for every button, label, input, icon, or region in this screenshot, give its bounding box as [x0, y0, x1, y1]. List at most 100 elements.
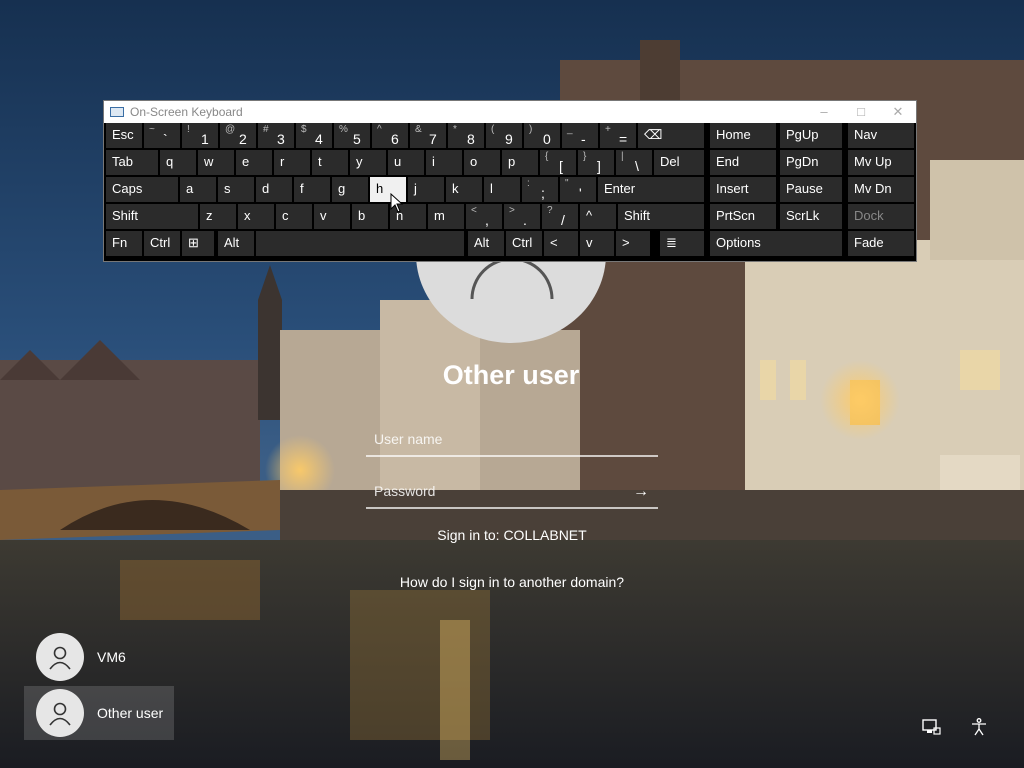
key-menu[interactable]: ≣ [660, 231, 704, 256]
key-pause[interactable]: Pause [780, 177, 842, 202]
key-i[interactable]: i [426, 150, 462, 175]
key-6[interactable]: ^ 6 [372, 123, 408, 148]
key-lctrl[interactable]: Ctrl [144, 231, 180, 256]
key-h[interactable]: h [370, 177, 406, 202]
user-list-item-other-user[interactable]: Other user [24, 686, 174, 740]
password-input[interactable] [366, 475, 658, 507]
key-label: Insert [716, 181, 749, 196]
key-rctrl[interactable]: Ctrl [506, 231, 542, 256]
minimize-button[interactable]: – [806, 101, 842, 123]
key-o[interactable]: o [464, 150, 500, 175]
key-comma[interactable]: <, [466, 204, 502, 229]
key-f[interactable]: f [294, 177, 330, 202]
key-backslash[interactable]: | \ [616, 150, 652, 175]
user-list-item-vm6[interactable]: VM6 [24, 630, 174, 684]
key-7[interactable]: & 7 [410, 123, 446, 148]
key-9[interactable]: (9 [486, 123, 522, 148]
key-rshift[interactable]: Shift [618, 204, 704, 229]
key-0[interactable]: ) 0 [524, 123, 560, 148]
key-e[interactable]: e [236, 150, 272, 175]
maximize-button[interactable]: □ [843, 101, 879, 123]
key-p[interactable]: p [502, 150, 538, 175]
key-a[interactable]: a [180, 177, 216, 202]
key-del[interactable]: Del [654, 150, 704, 175]
key-lalt[interactable]: Alt [218, 231, 254, 256]
key-j[interactable]: j [408, 177, 444, 202]
key-4[interactable]: $4 [296, 123, 332, 148]
person-icon [36, 689, 84, 737]
key-g[interactable]: g [332, 177, 368, 202]
key-left[interactable]: < [544, 231, 578, 256]
key-slash[interactable]: ? / [542, 204, 578, 229]
key-w[interactable]: w [198, 150, 234, 175]
key-semicolon[interactable]: :; [522, 177, 558, 202]
key-minus[interactable]: _ - [562, 123, 598, 148]
key-z[interactable]: z [200, 204, 236, 229]
key-8[interactable]: * 8 [448, 123, 484, 148]
key-options[interactable]: Options [710, 231, 842, 256]
on-screen-keyboard-window: On-Screen Keyboard – □ ✕ Esc ~ `! 1 @2 #3 $4% 5… [104, 101, 916, 261]
key-caps[interactable]: Caps [106, 177, 178, 202]
key-pgup[interactable]: PgUp [780, 123, 842, 148]
key-equals[interactable]: + = [600, 123, 636, 148]
key-v[interactable]: v [314, 204, 350, 229]
submit-arrow-icon[interactable]: → [630, 481, 652, 503]
key-label: ] [597, 158, 601, 174]
key-fn[interactable]: Fn [106, 231, 142, 256]
key-win[interactable]: ⊞ [182, 231, 214, 256]
key-label: \ [635, 158, 639, 174]
key-y[interactable]: y [350, 150, 386, 175]
key-home[interactable]: Home [710, 123, 776, 148]
key-t[interactable]: t [312, 150, 348, 175]
key-scrlk[interactable]: ScrLk [780, 204, 842, 229]
key-up[interactable]: ^ [580, 204, 616, 229]
key-ralt[interactable]: Alt [468, 231, 504, 256]
key-m[interactable]: m [428, 204, 464, 229]
key-c[interactable]: c [276, 204, 312, 229]
key-3[interactable]: #3 [258, 123, 294, 148]
key-enter[interactable]: Enter [598, 177, 704, 202]
key-mvup[interactable]: Mv Up [848, 150, 914, 175]
key-nav[interactable]: Nav [848, 123, 914, 148]
key-rbracket[interactable]: }] [578, 150, 614, 175]
key-l[interactable]: l [484, 177, 520, 202]
key-s[interactable]: s [218, 177, 254, 202]
key-lbracket[interactable]: {[ [540, 150, 576, 175]
key-x[interactable]: x [238, 204, 274, 229]
key-down[interactable]: v [580, 231, 614, 256]
key-u[interactable]: u [388, 150, 424, 175]
other-domain-help-link[interactable]: How do I sign in to another domain? [340, 574, 684, 590]
key-esc[interactable]: Esc [106, 123, 142, 148]
key-right[interactable]: > [616, 231, 650, 256]
key-2[interactable]: @2 [220, 123, 256, 148]
close-button[interactable]: ✕ [880, 101, 916, 123]
accessibility-icon[interactable] [968, 716, 990, 738]
key-pgdn[interactable]: PgDn [780, 150, 842, 175]
network-icon[interactable] [920, 716, 942, 738]
key-q[interactable]: q [160, 150, 196, 175]
username-input[interactable] [366, 423, 658, 455]
key-n[interactable]: n [390, 204, 426, 229]
key-period[interactable]: >. [504, 204, 540, 229]
key-5[interactable]: % 5 [334, 123, 370, 148]
key-fade[interactable]: Fade [848, 231, 914, 256]
key-k[interactable]: k [446, 177, 482, 202]
key-label: ≣ [666, 235, 677, 250]
key-1[interactable]: ! 1 [182, 123, 218, 148]
key-lshift[interactable]: Shift [106, 204, 198, 229]
key-quote[interactable]: " ' [560, 177, 596, 202]
key-r[interactable]: r [274, 150, 310, 175]
key-label: n [396, 208, 404, 223]
key-backspace[interactable]: ⌫ [638, 123, 704, 148]
key-prtscn[interactable]: PrtScn [710, 204, 776, 229]
key-insert[interactable]: Insert [710, 177, 776, 202]
key-d[interactable]: d [256, 177, 292, 202]
key-tab[interactable]: Tab [106, 150, 158, 175]
key-dock[interactable]: Dock [848, 204, 914, 229]
key-mvdn[interactable]: Mv Dn [848, 177, 914, 202]
key-tilde[interactable]: ~ ` [144, 123, 180, 148]
key-b[interactable]: b [352, 204, 388, 229]
key-end[interactable]: End [710, 150, 776, 175]
key-space[interactable] [256, 231, 464, 256]
osk-titlebar[interactable]: On-Screen Keyboard – □ ✕ [104, 101, 916, 123]
